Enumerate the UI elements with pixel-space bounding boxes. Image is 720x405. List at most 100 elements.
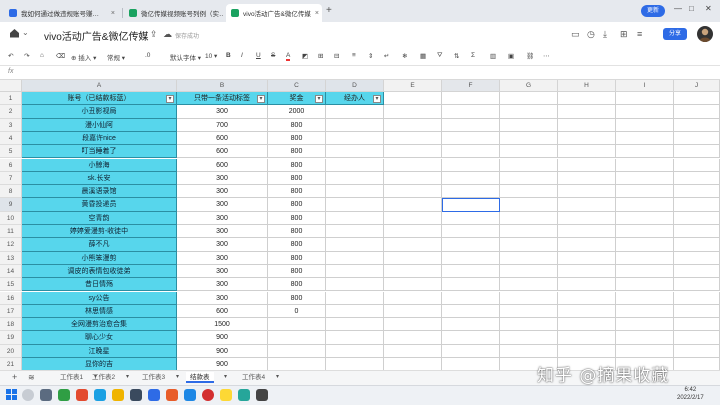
windows-start-icon[interactable]: [6, 389, 17, 402]
empty-cell[interactable]: [442, 318, 500, 332]
empty-cell[interactable]: [326, 131, 384, 146]
tag-count-cell[interactable]: 300: [177, 251, 268, 265]
empty-cell[interactable]: [384, 344, 442, 358]
task-view-icon[interactable]: [40, 389, 52, 401]
empty-cell[interactable]: [442, 344, 500, 358]
bonus-cell[interactable]: 800: [268, 264, 326, 279]
empty-cell[interactable]: [442, 211, 500, 225]
avatar[interactable]: [697, 26, 713, 42]
empty-cell[interactable]: [384, 291, 442, 305]
chart-icon[interactable]: ▥: [490, 52, 496, 60]
column-header-h[interactable]: H: [558, 80, 616, 92]
tag-count-cell[interactable]: 300: [177, 198, 268, 212]
empty-cell[interactable]: [384, 331, 442, 345]
empty-cell[interactable]: [384, 278, 442, 292]
column-header-j[interactable]: J: [674, 80, 720, 92]
tag-count-cell[interactable]: 900: [177, 358, 268, 370]
app-icon[interactable]: [130, 389, 142, 401]
empty-cell[interactable]: [442, 145, 500, 159]
sheet-menu-chevron-icon[interactable]: ▾: [122, 372, 133, 383]
empty-cell[interactable]: [616, 211, 674, 225]
empty-cell[interactable]: [558, 118, 616, 132]
tag-count-cell[interactable]: 600: [177, 131, 268, 146]
comment-icon[interactable]: ▭: [571, 29, 580, 40]
empty-cell[interactable]: [384, 105, 442, 119]
bonus-cell[interactable]: [268, 318, 326, 332]
empty-cell[interactable]: [442, 304, 500, 319]
sort-icon[interactable]: ⇅: [454, 52, 459, 60]
empty-cell[interactable]: [500, 145, 558, 159]
account-cell[interactable]: 全网漫剪治愈合集: [22, 318, 177, 332]
office-icon[interactable]: [76, 389, 88, 401]
empty-cell[interactable]: [674, 118, 720, 132]
decimal-places-button[interactable]: .0: [145, 52, 150, 59]
sheet-tab[interactable]: 结款表: [186, 372, 214, 383]
empty-cell[interactable]: [616, 304, 674, 319]
column-header-a[interactable]: A: [22, 80, 177, 92]
row-header[interactable]: 10: [0, 211, 22, 225]
account-cell[interactable]: 空青韵: [22, 211, 177, 225]
empty-cell[interactable]: [558, 145, 616, 159]
empty-cell[interactable]: [384, 145, 442, 159]
more-icon[interactable]: ≡: [637, 29, 642, 39]
empty-cell[interactable]: [674, 264, 720, 279]
empty-cell[interactable]: [616, 344, 674, 358]
empty-cell[interactable]: [442, 118, 500, 132]
bonus-cell[interactable]: 800: [268, 251, 326, 265]
row-header[interactable]: 2: [0, 105, 22, 119]
account-cell[interactable]: 黄昏投递员: [22, 198, 177, 212]
star-icon[interactable]: ☆: [137, 29, 145, 40]
tag-count-cell[interactable]: 700: [177, 118, 268, 132]
empty-cell[interactable]: [326, 158, 384, 172]
empty-cell[interactable]: [384, 358, 442, 370]
empty-cell[interactable]: [616, 198, 674, 212]
account-cell[interactable]: 聊心少女: [22, 331, 177, 345]
fill-color-icon[interactable]: ◩: [302, 52, 308, 60]
clock[interactable]: 6:42 2022/2/17: [677, 386, 704, 402]
minimize-icon[interactable]: —: [674, 4, 682, 13]
history-icon[interactable]: ◷: [587, 29, 595, 40]
empty-cell[interactable]: [558, 291, 616, 305]
app-icon[interactable]: [184, 389, 196, 401]
bonus-cell[interactable]: 800: [268, 185, 326, 199]
column-header-b[interactable]: B: [177, 80, 268, 92]
bonus-cell[interactable]: 800: [268, 118, 326, 132]
row-header[interactable]: 14: [0, 264, 22, 279]
sheet-tab[interactable]: 工作表3: [138, 372, 169, 383]
empty-cell[interactable]: [500, 344, 558, 358]
empty-cell[interactable]: [674, 344, 720, 358]
empty-cell[interactable]: [616, 92, 674, 106]
table-icon[interactable]: ▦: [420, 52, 426, 60]
account-cell[interactable]: 小熊笨漫剪: [22, 251, 177, 265]
column-header-c[interactable]: C: [268, 80, 326, 92]
empty-cell[interactable]: [384, 238, 442, 252]
bonus-cell[interactable]: 800: [268, 291, 326, 305]
sheet-menu-chevron-icon[interactable]: ▾: [272, 372, 283, 383]
empty-cell[interactable]: [326, 304, 384, 319]
empty-cell[interactable]: [558, 158, 616, 172]
empty-cell[interactable]: [616, 171, 674, 186]
header-cell-a[interactable]: 账号（已结款标蓝）: [22, 92, 177, 106]
share-button[interactable]: 分享: [663, 28, 687, 40]
empty-cell[interactable]: [616, 145, 674, 159]
function-icon[interactable]: Σ: [471, 52, 475, 59]
download-icon[interactable]: ⤓: [603, 29, 607, 40]
empty-cell[interactable]: [616, 251, 674, 265]
empty-cell[interactable]: [616, 264, 674, 279]
filter-icon[interactable]: ▾: [373, 94, 381, 103]
tag-count-cell[interactable]: 300: [177, 185, 268, 199]
empty-cell[interactable]: [326, 344, 384, 358]
empty-cell[interactable]: [616, 318, 674, 332]
empty-cell[interactable]: [384, 264, 442, 279]
empty-cell[interactable]: [500, 105, 558, 119]
empty-cell[interactable]: [500, 304, 558, 319]
empty-cell[interactable]: [616, 331, 674, 345]
account-cell[interactable]: 江晚星: [22, 344, 177, 358]
empty-cell[interactable]: [674, 105, 720, 119]
tag-count-cell[interactable]: 300: [177, 278, 268, 292]
empty-cell[interactable]: [558, 171, 616, 186]
strikethrough-button[interactable]: S: [271, 52, 275, 59]
empty-cell[interactable]: [500, 92, 558, 106]
tag-count-cell[interactable]: 300: [177, 211, 268, 225]
grid-view-icon[interactable]: ⊞: [620, 29, 628, 40]
